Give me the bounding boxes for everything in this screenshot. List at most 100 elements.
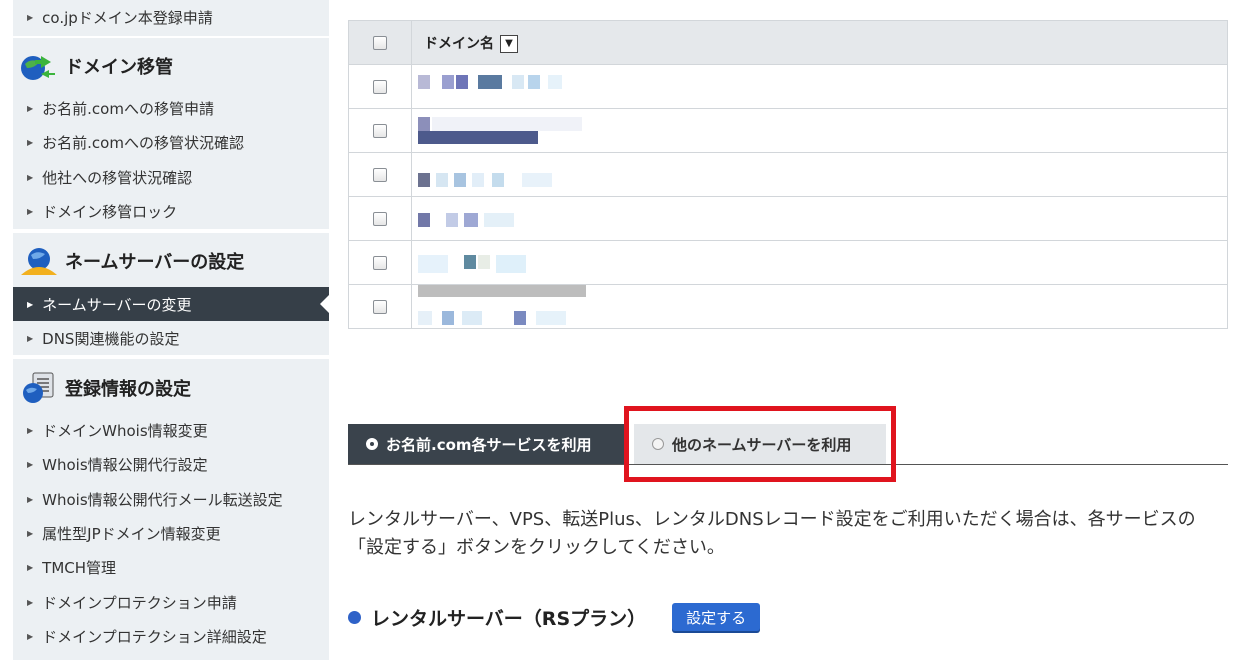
- sidebar-item-label: DNS関連機能の設定: [42, 329, 180, 348]
- domain-cell-redacted: [411, 108, 1228, 153]
- sidebar-item-label: ドメインプロテクション申請: [42, 593, 237, 612]
- sidebar-item-transfer-lock[interactable]: ▶ ドメイン移管ロック: [13, 194, 329, 228]
- sidebar-item-label: ドメインプロテクション詳細設定: [42, 627, 267, 646]
- sort-icon[interactable]: ▼: [500, 34, 518, 53]
- sidebar-item-label: Whois情報公開代行設定: [42, 455, 208, 474]
- row-checkbox[interactable]: [373, 167, 387, 182]
- redacted-mosaic: [412, 65, 1227, 108]
- bullet-icon: ▶: [27, 333, 34, 343]
- sidebar-item-whois-proxy[interactable]: ▶ Whois情報公開代行設定: [13, 447, 329, 481]
- bullet-icon: ▶: [27, 562, 34, 572]
- select-all-cell: [348, 20, 412, 65]
- heading-label: 登録情報の設定: [65, 379, 191, 400]
- instruction-text: レンタルサーバー、VPS、転送Plus、レンタルDNSレコード設定をご利用いただ…: [348, 509, 1196, 558]
- bullet-icon: ▶: [27, 494, 34, 504]
- globe-document-icon: [23, 372, 54, 403]
- sidebar-item-transfer-out-status[interactable]: ▶ 他社への移管状況確認: [13, 160, 329, 194]
- tab-label: お名前.com各サービスを利用: [386, 435, 592, 454]
- radio-unselected-icon: [652, 438, 664, 450]
- sidebar-heading-nameserver: ネームサーバーの設定: [13, 235, 329, 287]
- table-header-row: ドメイン名 ▼: [348, 20, 1228, 65]
- sidebar-item-label: お名前.comへの移管状況確認: [42, 133, 244, 152]
- row-checkbox[interactable]: [373, 299, 387, 314]
- domain-cell-redacted: [411, 284, 1228, 329]
- blue-dot-icon: [348, 610, 361, 624]
- sidebar-item-dns-settings[interactable]: ▶ DNS関連機能の設定: [13, 321, 329, 355]
- sidebar-item-whois-change[interactable]: ▶ ドメインWhois情報変更: [13, 413, 329, 447]
- redacted-mosaic: [412, 153, 1227, 196]
- table-row: [348, 196, 1228, 241]
- sidebar-item-label: お名前.comへの移管申請: [42, 99, 214, 118]
- sidebar-item-label: 属性型JPドメイン情報変更: [42, 524, 221, 543]
- row-checkbox-cell: [348, 284, 412, 329]
- redacted-mosaic: [412, 109, 1227, 152]
- domain-cell-redacted: [411, 64, 1228, 109]
- bullet-icon: ▶: [27, 172, 34, 182]
- domain-cell-redacted: [411, 240, 1228, 285]
- sidebar-item-label: ドメイン移管ロック: [42, 202, 178, 221]
- sidebar-heading-transfer: ドメイン移管: [13, 40, 329, 92]
- tab-label: 他のネームサーバーを利用: [672, 435, 852, 454]
- redacted-mosaic: [412, 197, 1227, 240]
- bullet-icon: ▶: [27, 597, 34, 607]
- sidebar-item-jp-domain-info[interactable]: ▶ 属性型JPドメイン情報変更: [13, 516, 329, 550]
- table-row: [348, 108, 1228, 153]
- bullet-icon: ▶: [27, 103, 34, 113]
- sidebar-item-tmch[interactable]: ▶ TMCH管理: [13, 550, 329, 584]
- row-checkbox[interactable]: [373, 255, 387, 270]
- sidebar-item-whois-mail-forward[interactable]: ▶ Whois情報公開代行メール転送設定: [13, 482, 329, 516]
- sidebar-item-protection-detail[interactable]: ▶ ドメインプロテクション詳細設定: [13, 619, 329, 653]
- domain-name-header: ドメイン名 ▼: [411, 20, 1228, 65]
- sidebar-item-cojp-registration[interactable]: ▶ co.jpドメイン本登録申請: [13, 0, 329, 34]
- radio-selected-icon: [366, 438, 378, 450]
- sidebar-item-label: 他社への移管状況確認: [42, 168, 193, 187]
- sidebar-item-label: co.jpドメイン本登録申請: [42, 8, 213, 27]
- sidebar-heading-registration: 登録情報の設定: [13, 362, 329, 414]
- sidebar-item-transfer-status[interactable]: ▶ お名前.comへの移管状況確認: [13, 125, 329, 159]
- sidebar-item-label: ネームサーバーの変更: [42, 295, 192, 314]
- sidebar-item-label: Whois情報公開代行メール転送設定: [42, 490, 283, 509]
- bullet-icon: ▶: [27, 137, 34, 147]
- bullet-icon: ▶: [27, 528, 34, 538]
- sidebar-item-transfer-apply[interactable]: ▶ お名前.comへの移管申請: [13, 91, 329, 125]
- domain-cell-redacted: [411, 196, 1228, 241]
- bullet-icon: ▶: [27, 459, 34, 469]
- heading-label: ドメイン移管: [65, 57, 173, 78]
- setup-button[interactable]: 設定する: [672, 603, 761, 631]
- tab-onamae-services[interactable]: お名前.com各サービスを利用: [348, 424, 624, 464]
- sidebar: ▶ co.jpドメイン本登録申請 ドメイン移管 ▶ お名前.comへの移管申請 …: [0, 0, 330, 660]
- row-checkbox-cell: [348, 64, 412, 109]
- redacted-mosaic: [412, 285, 1227, 328]
- bullet-icon: ▶: [27, 631, 34, 641]
- row-checkbox-cell: [348, 240, 412, 285]
- select-all-checkbox[interactable]: [373, 35, 387, 50]
- tab-divider: [348, 464, 1228, 465]
- table-row: [348, 240, 1228, 285]
- domain-table: ドメイン名 ▼: [348, 20, 1228, 329]
- table-row: [348, 152, 1228, 197]
- sidebar-item-nameserver-change[interactable]: ▶ ネームサーバーの変更: [13, 287, 329, 321]
- domain-cell-redacted: [411, 152, 1228, 197]
- domain-name-header-label: ドメイン名: [424, 35, 494, 52]
- sidebar-item-label: TMCH管理: [42, 558, 117, 577]
- bullet-icon: ▶: [27, 425, 34, 435]
- sidebar-item-label: ドメインWhois情報変更: [42, 421, 208, 440]
- row-checkbox-cell: [348, 108, 412, 153]
- row-checkbox-cell: [348, 196, 412, 241]
- row-checkbox-cell: [348, 152, 412, 197]
- bullet-icon: ▶: [27, 206, 34, 216]
- globe-server-icon: [21, 248, 57, 275]
- bullet-icon: ▶: [27, 12, 34, 22]
- table-row: [348, 64, 1228, 109]
- row-checkbox[interactable]: [373, 211, 387, 226]
- service-rental-server: レンタルサーバー（RSプラン） 設定する: [348, 600, 761, 634]
- service-title: レンタルサーバー（RSプラン）: [371, 607, 647, 630]
- heading-label: ネームサーバーの設定: [65, 252, 245, 273]
- sidebar-item-protection-apply[interactable]: ▶ ドメインプロテクション申請: [13, 585, 329, 619]
- table-row: [348, 284, 1228, 329]
- row-checkbox[interactable]: [373, 123, 387, 138]
- bullet-icon: ▶: [27, 299, 34, 309]
- tab-other-nameserver[interactable]: 他のネームサーバーを利用: [634, 424, 886, 464]
- row-checkbox[interactable]: [373, 79, 387, 94]
- redacted-mosaic: [412, 241, 1227, 284]
